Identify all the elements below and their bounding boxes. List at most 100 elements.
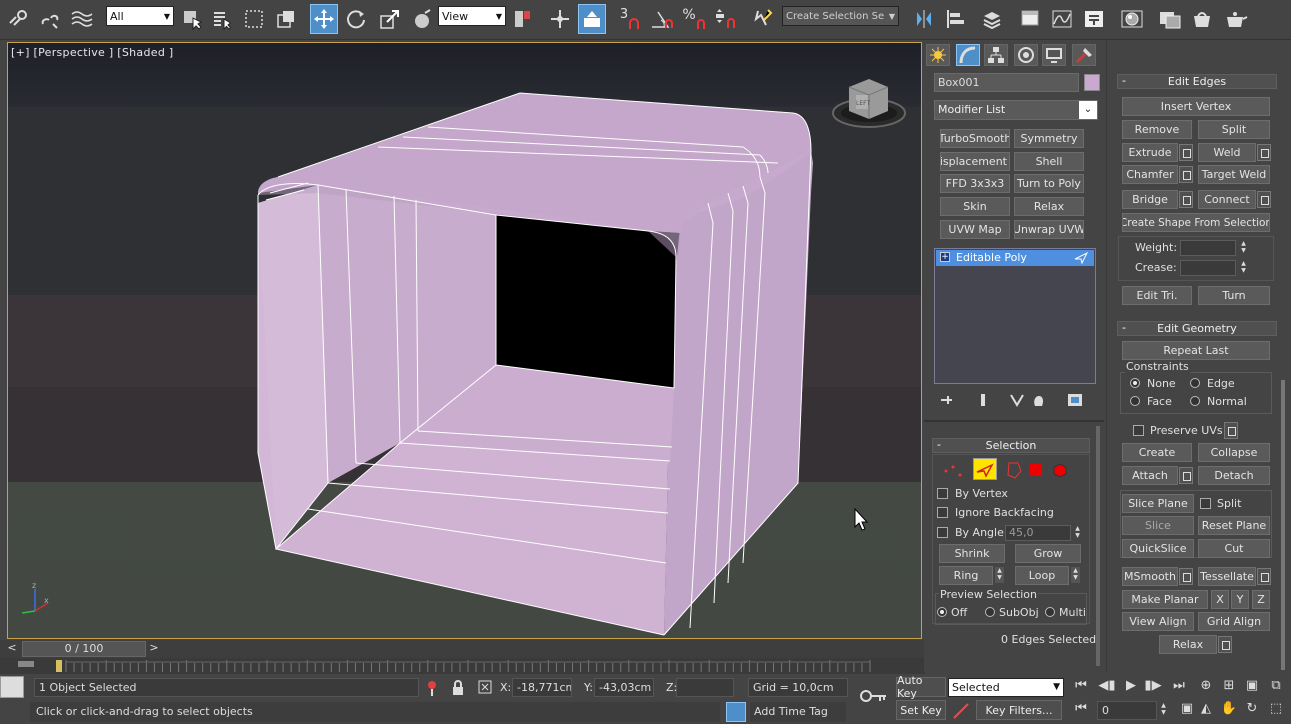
make-unique-icon[interactable] bbox=[1008, 392, 1026, 408]
time-slider[interactable]: 0 / 100 bbox=[22, 641, 146, 657]
box001-mesh[interactable] bbox=[257, 92, 813, 636]
next-frame-icon[interactable]: ▮▶ bbox=[1143, 678, 1163, 696]
isolate-selection-icon[interactable] bbox=[424, 679, 440, 697]
preview-multi-radio[interactable] bbox=[1045, 607, 1055, 617]
preserve-uvs-settings-icon[interactable] bbox=[1224, 422, 1238, 439]
panel-scrollbar[interactable] bbox=[1281, 380, 1285, 670]
edit-tri-button[interactable]: Edit Tri. bbox=[1122, 286, 1192, 305]
edit-geometry-header[interactable]: - Edit Geometry bbox=[1117, 321, 1277, 336]
pin-stack-icon[interactable] bbox=[938, 392, 956, 408]
ring-spinner-icon[interactable]: ▲ ▼ bbox=[995, 567, 1004, 583]
msmooth-button[interactable]: MSmooth bbox=[1122, 567, 1178, 586]
zoom-all-icon[interactable]: ⊞ bbox=[1219, 678, 1239, 696]
shrink-button[interactable]: Shrink bbox=[939, 544, 1005, 563]
hierarchy-tab[interactable] bbox=[984, 44, 1008, 66]
place-icon[interactable] bbox=[408, 4, 436, 34]
bind-space-warp-icon[interactable] bbox=[68, 4, 96, 34]
selection-lock-icon[interactable] bbox=[450, 679, 466, 697]
angle-snap-icon[interactable] bbox=[648, 4, 676, 34]
selection-filter-dropdown[interactable]: All ▼ bbox=[106, 6, 174, 26]
time-configuration-icon[interactable]: ▣ bbox=[1177, 701, 1197, 719]
chamfer-settings-icon[interactable] bbox=[1179, 166, 1193, 183]
reset-plane-button[interactable]: Reset Plane bbox=[1198, 516, 1270, 535]
modifier-relax-button[interactable]: Relax bbox=[1014, 197, 1084, 216]
msmooth-settings-icon[interactable] bbox=[1179, 568, 1193, 585]
selection-rollout-header[interactable]: - Selection bbox=[932, 438, 1090, 453]
material-editor-icon[interactable] bbox=[1118, 4, 1146, 34]
link-icon[interactable] bbox=[4, 4, 32, 34]
orbit-icon[interactable]: ↻ bbox=[1242, 701, 1262, 719]
constraint-normal-radio[interactable] bbox=[1190, 396, 1200, 406]
absolute-mode-icon[interactable] bbox=[477, 679, 493, 697]
previous-frame-icon[interactable]: ◀▮ bbox=[1097, 678, 1117, 696]
track-bar[interactable] bbox=[0, 658, 925, 674]
angle-spinner[interactable]: 45,0 bbox=[1005, 525, 1071, 541]
modifier-unwrap-uvw-button[interactable]: Unwrap UVW bbox=[1014, 220, 1084, 239]
by-vertex-checkbox[interactable] bbox=[937, 488, 948, 499]
weld-button[interactable]: Weld bbox=[1198, 143, 1256, 162]
select-scale-icon[interactable] bbox=[376, 4, 404, 34]
loop-spinner-icon[interactable]: ▲ ▼ bbox=[1071, 567, 1080, 583]
modifier-list-dropdown[interactable]: Modifier List ⌄ bbox=[934, 100, 1098, 120]
percent-snap-icon[interactable]: % bbox=[680, 4, 708, 34]
chamfer-button[interactable]: Chamfer bbox=[1122, 165, 1178, 184]
preserve-uvs-checkbox[interactable] bbox=[1133, 425, 1144, 436]
spinner-arrows-icon[interactable]: ▲ ▼ bbox=[1073, 525, 1082, 541]
slice-plane-button[interactable]: Slice Plane bbox=[1122, 494, 1194, 513]
z-coordinate-field[interactable] bbox=[676, 678, 734, 697]
cut-button[interactable]: Cut bbox=[1198, 539, 1270, 558]
key-mode-toggle-icon[interactable]: ⏮ bbox=[1071, 701, 1091, 719]
zoom-extents-all-icon[interactable]: ⧉ bbox=[1266, 678, 1286, 696]
zoom-icon[interactable]: ⊕ bbox=[1196, 678, 1216, 696]
utilities-tab[interactable] bbox=[1072, 44, 1096, 66]
constraint-face-radio[interactable] bbox=[1130, 396, 1140, 406]
named-selection-dropdown[interactable]: Create Selection Se ▼ bbox=[782, 6, 899, 26]
grow-button[interactable]: Grow bbox=[1015, 544, 1081, 563]
polygon-mode-icon[interactable] bbox=[1027, 461, 1049, 481]
tessellate-button[interactable]: Tessellate bbox=[1198, 567, 1256, 586]
key-mode-dropdown[interactable]: Selected ▼ bbox=[948, 678, 1064, 697]
extrude-button[interactable]: Extrude bbox=[1122, 143, 1178, 162]
select-manipulate-icon[interactable] bbox=[546, 4, 574, 34]
slice-button[interactable]: Slice bbox=[1122, 516, 1194, 535]
loop-button[interactable]: Loop bbox=[1015, 566, 1069, 585]
use-pivot-icon[interactable] bbox=[508, 4, 536, 34]
zoom-extents-icon[interactable]: ▣ bbox=[1242, 678, 1262, 696]
attach-button[interactable]: Attach bbox=[1122, 466, 1178, 485]
curve-editor-icon[interactable] bbox=[1048, 4, 1076, 34]
create-button[interactable]: Create bbox=[1122, 443, 1192, 462]
unlink-icon[interactable] bbox=[36, 4, 64, 34]
viewport-label[interactable]: [+] [Perspective ] [Shaded ] bbox=[11, 46, 174, 59]
bridge-button[interactable]: Bridge bbox=[1122, 190, 1178, 209]
relax-button[interactable]: Relax bbox=[1159, 635, 1217, 654]
modifier-symmetry-button[interactable]: Symmetry bbox=[1014, 129, 1084, 148]
weld-settings-icon[interactable] bbox=[1257, 144, 1271, 161]
remove-button[interactable]: Remove bbox=[1122, 120, 1192, 139]
modifier-uvw-map-button[interactable]: UVW Map bbox=[940, 220, 1010, 239]
detach-button[interactable]: Detach bbox=[1198, 466, 1270, 485]
ignore-backfacing-checkbox[interactable] bbox=[937, 507, 948, 518]
x-coordinate-field[interactable]: -18,771cm bbox=[512, 678, 572, 697]
split-checkbox[interactable] bbox=[1200, 498, 1211, 509]
relax-settings-icon[interactable] bbox=[1218, 636, 1232, 653]
insert-vertex-button[interactable]: Insert Vertex bbox=[1122, 97, 1270, 116]
spinner-snap-icon[interactable] bbox=[712, 4, 740, 34]
go-to-start-icon[interactable]: ⏮ bbox=[1071, 678, 1091, 696]
bridge-settings-icon[interactable] bbox=[1179, 191, 1193, 208]
repeat-last-button[interactable]: Repeat Last bbox=[1122, 341, 1270, 360]
turn-button[interactable]: Turn bbox=[1198, 286, 1270, 305]
motion-tab[interactable] bbox=[1014, 44, 1038, 66]
modifier-turn-to-poly-button[interactable]: Turn to Poly bbox=[1014, 174, 1084, 193]
planar-x-button[interactable]: X bbox=[1211, 590, 1229, 609]
field-of-view-icon[interactable]: ◭ bbox=[1196, 701, 1216, 719]
tessellate-settings-icon[interactable] bbox=[1257, 568, 1271, 585]
edit-named-sets-icon[interactable] bbox=[750, 4, 778, 34]
spinner-arrows-icon[interactable]: ▲ ▼ bbox=[1239, 260, 1248, 276]
render-icon[interactable] bbox=[1222, 4, 1250, 34]
panel-scrollbar[interactable] bbox=[1096, 426, 1100, 666]
modifier-shell-button[interactable]: Shell bbox=[1014, 152, 1084, 171]
split-button[interactable]: Split bbox=[1198, 120, 1270, 139]
connect-button[interactable]: Connect bbox=[1198, 190, 1256, 209]
create-tab[interactable] bbox=[926, 44, 950, 66]
auto-key-button[interactable]: Auto Key bbox=[896, 674, 946, 700]
